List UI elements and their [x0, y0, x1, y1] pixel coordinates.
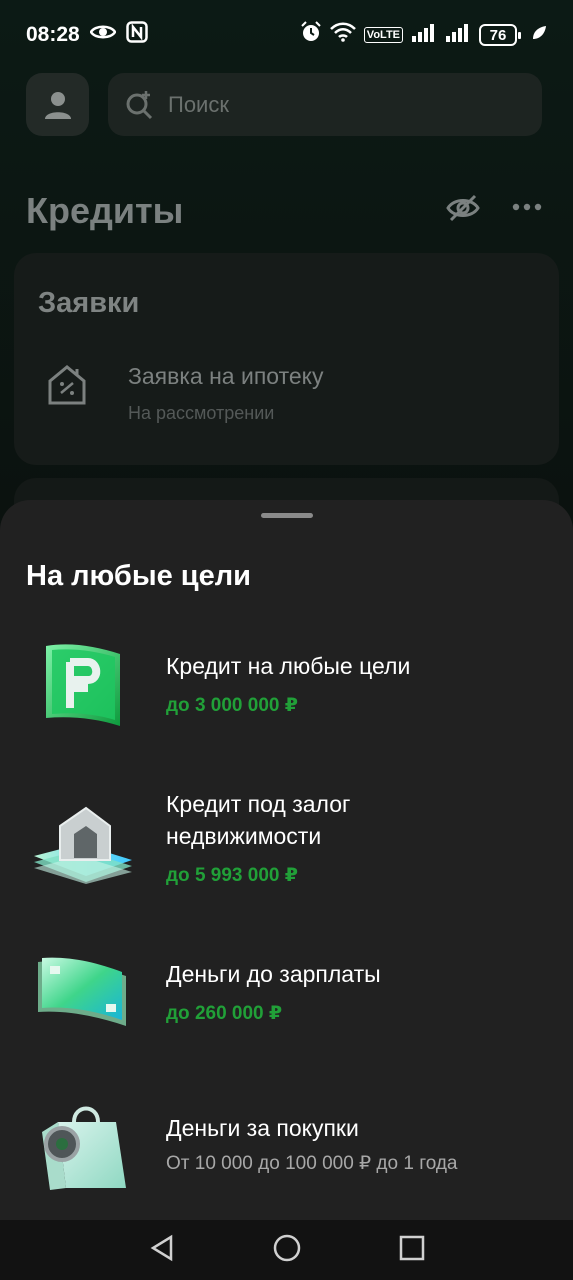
profile-button[interactable] — [26, 73, 89, 136]
product-item-salary-advance[interactable]: Деньги до зарплаты до 260 000 ₽ — [0, 940, 573, 1050]
applications-title: Заявки — [38, 287, 140, 319]
banknotes-icon — [36, 956, 130, 1033]
product-name-line1: Кредит под залог — [166, 791, 351, 817]
bottom-sheet: На любые цели Кредит на любые цели до 3 … — [0, 500, 573, 1220]
alarm-icon — [300, 21, 322, 49]
product-amount: до 5 993 000 ₽ — [166, 865, 298, 886]
eye-status-icon — [89, 23, 117, 47]
search-icon — [126, 90, 153, 119]
recents-button[interactable] — [399, 1235, 425, 1266]
signal-icon — [411, 22, 437, 48]
wifi-icon — [329, 22, 356, 48]
hide-balance-icon[interactable] — [446, 193, 480, 228]
product-item-any-purpose-loan[interactable]: Кредит на любые цели до 3 000 000 ₽ — [0, 620, 573, 750]
back-button[interactable] — [149, 1234, 175, 1267]
home-circle-icon — [273, 1234, 300, 1261]
status-bar: 08:28 VoLTE 76 — [0, 0, 573, 70]
shopping-bag-icon — [36, 1092, 130, 1197]
recents-square-icon — [399, 1235, 424, 1260]
product-amount: до 260 000 ₽ — [166, 1003, 283, 1024]
mortgage-application-title[interactable]: Заявка на ипотеку — [128, 363, 323, 390]
product-item-secured-loan[interactable]: Кредит под залог недвижимости до 5 993 0… — [0, 780, 573, 900]
mortgage-application-status: На рассмотрении — [128, 403, 275, 423]
home-button[interactable] — [272, 1233, 302, 1268]
product-description: От 10 000 до 100 000 ₽ до 1 года — [166, 1153, 458, 1174]
page-title: Кредиты — [26, 190, 184, 231]
product-name: Деньги за покупки — [166, 1115, 359, 1141]
signal-icon-2 — [445, 22, 471, 48]
product-item-purchase-money[interactable]: Деньги за покупки От 10 000 до 100 000 ₽… — [0, 1080, 573, 1200]
product-amount: до 3 000 000 ₽ — [166, 695, 298, 716]
product-name: Деньги до зарплаты — [166, 961, 381, 987]
status-time: 08:28 — [26, 23, 80, 46]
sheet-handle[interactable] — [261, 513, 313, 518]
battery-indicator: 76 — [479, 24, 521, 46]
sheet-title: На любые цели — [26, 560, 252, 592]
applications-card: Заявки Заявка на ипотеку На рассмотрении — [14, 253, 559, 465]
leaf-icon — [531, 23, 547, 47]
product-name-line2: недвижимости — [166, 823, 322, 849]
house-banknotes-icon — [30, 800, 134, 889]
search-input[interactable]: Поиск — [168, 92, 229, 118]
back-triangle-icon — [150, 1234, 172, 1261]
mortgage-house-icon — [44, 363, 90, 412]
system-navigation-bar — [0, 1220, 573, 1280]
more-options-icon[interactable] — [512, 199, 542, 217]
user-icon — [44, 91, 71, 119]
nfc-icon — [125, 21, 148, 49]
volte-badge: VoLTE — [363, 27, 403, 43]
ruble-banknotes-icon — [40, 640, 126, 733]
search-field[interactable]: Поиск — [108, 73, 542, 136]
product-name: Кредит на любые цели — [166, 653, 411, 679]
